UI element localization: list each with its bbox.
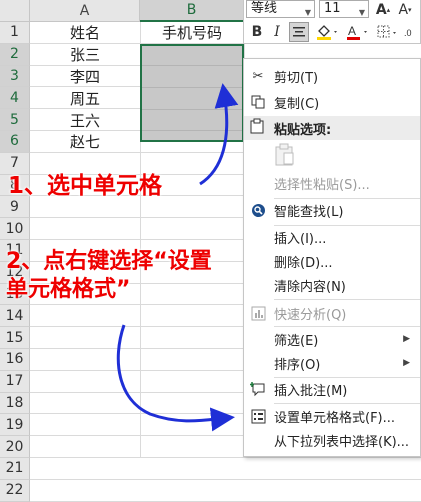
- menu-item-insert-comment[interactable]: 插入批注(M): [244, 377, 420, 401]
- decrease-font-icon[interactable]: A ▾: [396, 0, 414, 20]
- increase-font-icon[interactable]: A ▴: [374, 0, 392, 20]
- align-center-button[interactable]: [289, 22, 309, 42]
- menu-item-paste-special[interactable]: 选择性粘贴(S)...: [244, 171, 420, 195]
- svg-text:.0: .0: [404, 28, 412, 38]
- gridline: [30, 500, 421, 502]
- bold-button[interactable]: B: [248, 22, 266, 42]
- format-cells-icon: [250, 408, 266, 424]
- number-format-icon[interactable]: .0: [402, 22, 420, 42]
- chevron-right-icon: ▶: [403, 334, 410, 344]
- menu-item-delete[interactable]: 删除(D)...: [244, 249, 420, 273]
- font-size-box[interactable]: 11 ▼: [319, 0, 369, 18]
- menu-item-copy[interactable]: 复制(C): [244, 90, 420, 114]
- menu-item-insert[interactable]: 插入(I)...: [244, 225, 420, 249]
- svg-text:A: A: [348, 24, 356, 38]
- menu-separator: [274, 299, 420, 300]
- font-name-box[interactable]: 等线 ▼: [246, 0, 315, 18]
- chevron-right-icon: ▶: [403, 358, 410, 368]
- mini-toolbar: 等线 ▼ 11 ▼ A ▴ A ▾ B I A .0: [243, 0, 421, 44]
- fill-color-button[interactable]: [314, 22, 340, 42]
- menu-item-clear-contents[interactable]: 清除内容(N): [244, 273, 420, 297]
- gridline: [30, 457, 421, 458]
- font-color-icon: A: [347, 24, 367, 40]
- search-icon: [250, 202, 266, 218]
- borders-button[interactable]: [376, 22, 400, 42]
- arrow-to-format-cells: [116, 324, 235, 432]
- gridline: [30, 478, 421, 480]
- clipboard-icon: [250, 118, 264, 138]
- align-center-icon: [293, 27, 305, 37]
- context-menu: ✂ 剪切(T) 复制(C) 粘贴选项: 选择性粘贴(S)... 智能查找(L) …: [243, 58, 421, 457]
- chevron-down-icon: ▼: [358, 8, 365, 17]
- menu-item-pick-from-list[interactable]: 从下拉列表中选择(K)...: [244, 428, 420, 452]
- font-color-button[interactable]: A: [344, 22, 370, 42]
- arrow-to-selection: [199, 83, 239, 186]
- paste-button[interactable]: [274, 143, 296, 171]
- fill-color-icon: [317, 25, 337, 40]
- quick-analysis-icon: [250, 305, 266, 321]
- paste-options-header: 粘贴选项:: [244, 116, 420, 140]
- menu-item-quick-analysis[interactable]: 快速分析(Q): [244, 301, 420, 325]
- menu-item-format-cells[interactable]: 设置单元格格式(F)...: [244, 404, 420, 428]
- chevron-down-icon: ▼: [304, 8, 311, 17]
- comment-icon: [250, 381, 266, 397]
- italic-button[interactable]: I: [268, 22, 286, 42]
- paste-clipboard-icon: [275, 143, 294, 166]
- menu-item-filter[interactable]: 筛选(E) ▶: [244, 327, 420, 351]
- borders-icon: [377, 25, 396, 38]
- menu-item-sort[interactable]: 排序(O) ▶: [244, 351, 420, 375]
- row-header-22[interactable]: 22: [0, 479, 30, 502]
- scissors-icon: ✂: [252, 68, 264, 84]
- row-header-21[interactable]: 21: [0, 458, 30, 480]
- menu-item-cut[interactable]: ✂ 剪切(T): [244, 64, 420, 88]
- copy-icon: [250, 94, 266, 110]
- menu-item-smart-lookup[interactable]: 智能查找(L): [244, 198, 420, 222]
